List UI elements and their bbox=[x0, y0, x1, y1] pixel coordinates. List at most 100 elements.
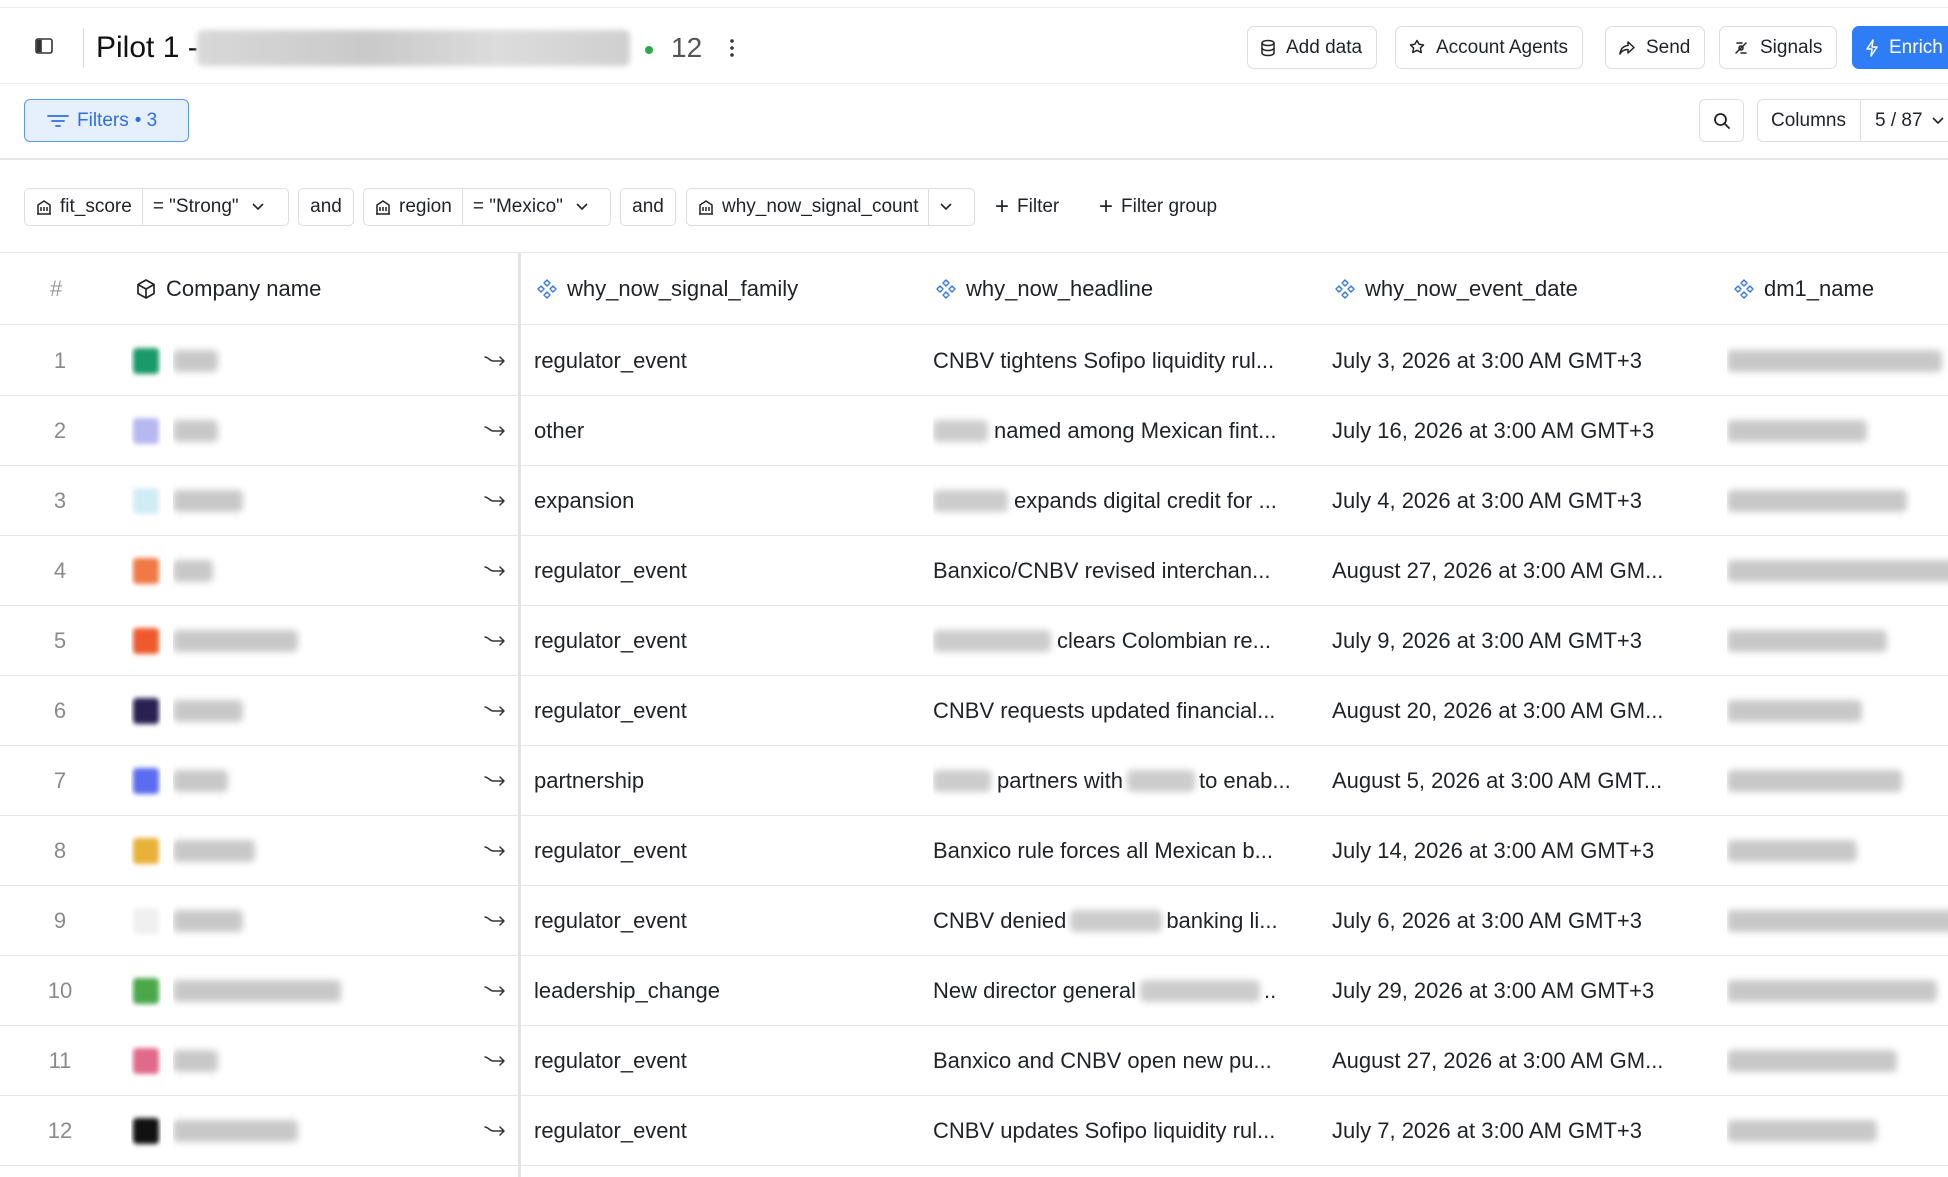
headline-cell[interactable]: CNBV tightens Sofipo liquidity rul... bbox=[933, 326, 1307, 396]
add-filter-button[interactable]: + Filter bbox=[995, 188, 1059, 226]
dm1-name-cell[interactable] bbox=[1727, 396, 1948, 466]
expand-row-button[interactable] bbox=[481, 676, 509, 746]
enrich-button[interactable]: Enrich bbox=[1852, 26, 1948, 69]
table-row[interactable]: 6 regulator_event CNBV requests updated fi… bbox=[0, 676, 1948, 746]
dm1-name-cell[interactable] bbox=[1727, 536, 1948, 606]
expand-row-button[interactable] bbox=[481, 396, 509, 466]
search-button[interactable] bbox=[1699, 99, 1744, 142]
table-row[interactable]: 7 partnership partners with to enab... Augus… bbox=[0, 746, 1948, 816]
signals-button[interactable]: Signals bbox=[1719, 26, 1838, 69]
dm1-name-cell[interactable] bbox=[1727, 816, 1948, 886]
column-header-signal-family[interactable]: why_now_signal_family bbox=[536, 253, 798, 325]
expand-row-button[interactable] bbox=[481, 1026, 509, 1096]
signal-family-cell[interactable]: regulator_event bbox=[534, 676, 904, 746]
table-row[interactable]: 4 regulator_event Banxico/CNBV revised int… bbox=[0, 536, 1948, 606]
signal-family-cell[interactable]: regulator_event bbox=[534, 606, 904, 676]
company-name-cell[interactable] bbox=[173, 606, 373, 676]
event-date-cell[interactable]: July 3, 2026 at 3:00 AM GMT+3 bbox=[1332, 326, 1707, 396]
dm1-name-cell[interactable] bbox=[1727, 676, 1948, 746]
company-name-cell[interactable] bbox=[173, 956, 373, 1026]
dm1-name-cell[interactable] bbox=[1727, 1096, 1948, 1166]
table-row[interactable]: 8 regulator_event Banxico rule forces all … bbox=[0, 816, 1948, 886]
event-date-cell[interactable]: July 9, 2026 at 3:00 AM GMT+3 bbox=[1332, 606, 1707, 676]
signal-family-cell[interactable]: regulator_event bbox=[534, 1026, 904, 1096]
filter-chip-signal-count[interactable]: why_now_signal_count bbox=[686, 188, 975, 226]
expand-row-button[interactable] bbox=[481, 326, 509, 396]
dm1-name-cell[interactable] bbox=[1727, 886, 1948, 956]
dm1-name-cell[interactable] bbox=[1727, 326, 1948, 396]
company-name-cell[interactable] bbox=[173, 886, 373, 956]
event-date-cell[interactable]: August 20, 2026 at 3:00 AM GM... bbox=[1332, 676, 1707, 746]
signal-family-cell[interactable]: regulator_event bbox=[534, 816, 904, 886]
event-date-cell[interactable]: July 16, 2026 at 3:00 AM GMT+3 bbox=[1332, 396, 1707, 466]
headline-cell[interactable]: CNBV updates Sofipo liquidity rul... bbox=[933, 1096, 1307, 1166]
column-header-company[interactable]: Company name bbox=[135, 253, 321, 325]
signal-family-cell[interactable]: expansion bbox=[534, 466, 904, 536]
filter-field[interactable]: fit_score bbox=[25, 189, 142, 225]
table-row[interactable]: 3 expansion expands digital credit for ...… bbox=[0, 466, 1948, 536]
company-name-cell[interactable] bbox=[173, 1026, 373, 1096]
expand-row-button[interactable] bbox=[481, 1096, 509, 1166]
headline-cell[interactable]: clears Colombian re... bbox=[933, 606, 1307, 676]
filter-value[interactable] bbox=[928, 189, 963, 225]
filter-field[interactable]: region bbox=[364, 189, 462, 225]
headline-cell[interactable]: named among Mexican fint... bbox=[933, 396, 1307, 466]
event-date-cell[interactable]: July 4, 2026 at 3:00 AM GMT+3 bbox=[1332, 466, 1707, 536]
expand-row-button[interactable] bbox=[481, 886, 509, 956]
dm1-name-cell[interactable] bbox=[1727, 606, 1948, 676]
event-date-cell[interactable]: August 27, 2026 at 3:00 AM GM... bbox=[1332, 536, 1707, 606]
company-name-cell[interactable] bbox=[173, 536, 373, 606]
company-name-cell[interactable] bbox=[173, 466, 373, 536]
table-row[interactable]: 1 regulator_event CNBV tightens Sofipo liq… bbox=[0, 326, 1948, 396]
company-name-cell[interactable] bbox=[173, 1096, 373, 1166]
event-date-cell[interactable]: July 29, 2026 at 3:00 AM GMT+3 bbox=[1332, 956, 1707, 1026]
signal-family-cell[interactable]: regulator_event bbox=[534, 326, 904, 396]
send-button[interactable]: Send bbox=[1605, 26, 1706, 69]
headline-cell[interactable]: Banxico and CNBV open new pu... bbox=[933, 1026, 1307, 1096]
filters-button[interactable]: Filters • 3 bbox=[24, 99, 189, 142]
company-name-cell[interactable] bbox=[173, 676, 373, 746]
columns-control[interactable]: Columns 5 / 87 bbox=[1757, 99, 1948, 142]
expand-row-button[interactable] bbox=[481, 606, 509, 676]
add-data-button[interactable]: Add data bbox=[1247, 26, 1378, 69]
dm1-name-cell[interactable] bbox=[1727, 466, 1948, 536]
table-row[interactable]: 11 regulator_event Banxico and CNBV open n… bbox=[0, 1026, 1948, 1096]
signal-family-cell[interactable]: partnership bbox=[534, 746, 904, 816]
frozen-column-divider[interactable] bbox=[518, 253, 521, 1177]
table-row[interactable]: 5 regulator_event clears Colombian re... Ju… bbox=[0, 606, 1948, 676]
table-row[interactable]: 12 regulator_event CNBV updates Sofipo liq… bbox=[0, 1096, 1948, 1166]
event-date-cell[interactable]: July 6, 2026 at 3:00 AM GMT+3 bbox=[1332, 886, 1707, 956]
company-name-cell[interactable] bbox=[173, 746, 373, 816]
event-date-cell[interactable]: August 27, 2026 at 3:00 AM GM... bbox=[1332, 1026, 1707, 1096]
dm1-name-cell[interactable] bbox=[1727, 956, 1948, 1026]
headline-cell[interactable]: Banxico/CNBV revised interchan... bbox=[933, 536, 1307, 606]
table-row[interactable]: 10 leadership_change New director general.… bbox=[0, 956, 1948, 1026]
expand-row-button[interactable] bbox=[481, 816, 509, 886]
sidebar-toggle-icon[interactable] bbox=[34, 36, 54, 56]
filter-connector[interactable]: and bbox=[298, 188, 354, 226]
headline-cell[interactable]: partners with to enab... bbox=[933, 746, 1307, 816]
headline-cell[interactable]: New director general.. bbox=[933, 956, 1307, 1026]
dm1-name-cell[interactable] bbox=[1727, 746, 1948, 816]
signal-family-cell[interactable]: regulator_event bbox=[534, 1096, 904, 1166]
filter-field[interactable]: why_now_signal_count bbox=[687, 189, 928, 225]
expand-row-button[interactable] bbox=[481, 956, 509, 1026]
company-name-cell[interactable] bbox=[173, 396, 373, 466]
headline-cell[interactable]: CNBV requests updated financial... bbox=[933, 676, 1307, 746]
headline-cell[interactable]: expands digital credit for ... bbox=[933, 466, 1307, 536]
event-date-cell[interactable]: August 5, 2026 at 3:00 AM GMT... bbox=[1332, 746, 1707, 816]
account-agents-button[interactable]: Account Agents bbox=[1395, 26, 1584, 69]
column-header-dm1-name[interactable]: dm1_name bbox=[1733, 253, 1874, 325]
event-date-cell[interactable]: July 14, 2026 at 3:00 AM GMT+3 bbox=[1332, 816, 1707, 886]
expand-row-button[interactable] bbox=[481, 746, 509, 816]
signal-family-cell[interactable]: regulator_event bbox=[534, 536, 904, 606]
filter-chip-fit-score[interactable]: fit_score = "Strong" bbox=[24, 188, 289, 226]
table-row[interactable]: 9 regulator_event CNBV denied banking li...… bbox=[0, 886, 1948, 956]
signal-family-cell[interactable]: leadership_change bbox=[534, 956, 904, 1026]
signal-family-cell[interactable]: other bbox=[534, 396, 904, 466]
company-name-cell[interactable] bbox=[173, 816, 373, 886]
filter-value[interactable]: = "Strong" bbox=[141, 189, 275, 225]
signal-family-cell[interactable]: regulator_event bbox=[534, 886, 904, 956]
event-date-cell[interactable]: July 7, 2026 at 3:00 AM GMT+3 bbox=[1332, 1096, 1707, 1166]
columns-count-dropdown[interactable]: 5 / 87 bbox=[1861, 110, 1945, 132]
